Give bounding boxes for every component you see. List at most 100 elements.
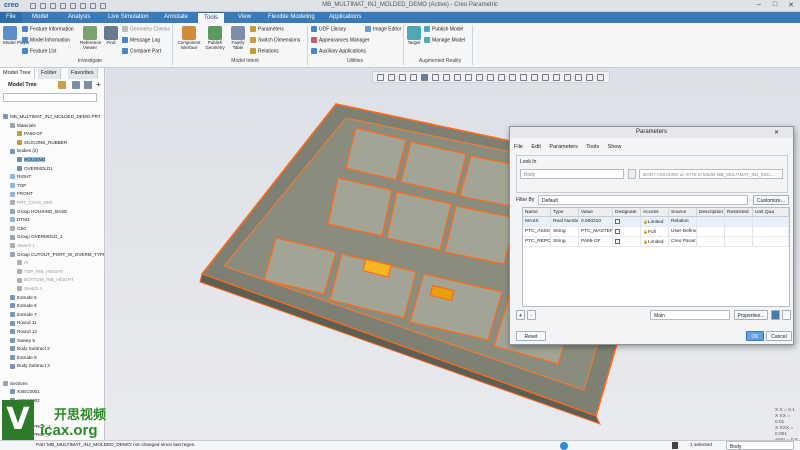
- look-in-type-select[interactable]: Body: [520, 169, 624, 179]
- tree-item[interactable]: Extrude 7: [0, 312, 104, 321]
- parameters-button[interactable]: Parameters: [250, 26, 284, 32]
- table-cell[interactable]: [697, 227, 725, 237]
- add-parameter-button[interactable]: +: [516, 310, 525, 320]
- table-cell[interactable]: MASS: [523, 217, 551, 227]
- tree-item[interactable]: SILICONE_RUBBER: [0, 140, 104, 149]
- binoculars-icon[interactable]: [782, 310, 791, 320]
- tab-model[interactable]: Model: [26, 12, 54, 23]
- reset-button[interactable]: Reset: [516, 331, 546, 341]
- tree-settings-icon[interactable]: [58, 81, 66, 89]
- tree-item[interactable]: RIGHT: [0, 174, 104, 183]
- new-icon[interactable]: [30, 3, 36, 9]
- model-player-button[interactable]: Model Player: [3, 26, 30, 45]
- tab-analysis[interactable]: Analysis: [62, 12, 96, 23]
- add-icon[interactable]: +: [96, 80, 101, 89]
- table-cell[interactable]: 🔒Full: [641, 227, 669, 237]
- regenerate-icon[interactable]: [80, 3, 86, 9]
- ok-button[interactable]: OK: [746, 331, 764, 341]
- relations-button[interactable]: Relations: [250, 48, 279, 54]
- tab-applications[interactable]: Applications: [323, 12, 367, 23]
- tree-filter-icon[interactable]: [72, 81, 80, 89]
- column-header[interactable]: Name: [523, 208, 551, 217]
- tree-item[interactable]: HOUSING: [0, 157, 104, 166]
- table-cell[interactable]: [753, 227, 789, 237]
- tab-tools[interactable]: Tools: [198, 12, 225, 23]
- windows-icon[interactable]: [90, 3, 96, 9]
- customize-button[interactable]: Customize...: [753, 195, 789, 205]
- menu-parameters[interactable]: Parameters: [549, 144, 577, 150]
- table-cell[interactable]: [697, 237, 725, 247]
- model-information-button[interactable]: Model Information: [22, 37, 70, 43]
- menu-edit[interactable]: Edit: [531, 144, 540, 150]
- save-icon[interactable]: [50, 3, 56, 9]
- column-header[interactable]: Unit Qua: [753, 208, 789, 217]
- table-cell[interactable]: PTC_ASSIGNED: [523, 227, 551, 237]
- tree-item[interactable]: Group CUTOUT_PORT_W_OVERM_TYPE: [0, 252, 104, 261]
- message-log-button[interactable]: Message Log: [122, 37, 160, 43]
- tree-item[interactable]: MB_MULTIMAT_INJ_MOLDED_DEMO.PRT: [0, 114, 104, 123]
- close-window-icon[interactable]: [100, 3, 106, 9]
- selection-filter-select[interactable]: Body: [726, 441, 794, 450]
- select-arrow-icon[interactable]: [628, 169, 636, 179]
- properties-button[interactable]: Properties...: [734, 310, 768, 320]
- tree-item[interactable]: BOTTOM_RIB_HEIGHT: [0, 277, 104, 286]
- column-header[interactable]: Description: [697, 208, 725, 217]
- tree-item[interactable]: Extrude 6: [0, 303, 104, 312]
- filter-by-select[interactable]: Default: [538, 195, 748, 205]
- tree-item[interactable]: Sweep 5: [0, 338, 104, 347]
- column-header[interactable]: Source: [669, 208, 697, 217]
- tab-view[interactable]: View: [232, 12, 257, 23]
- table-cell[interactable]: User-Defined: [669, 227, 697, 237]
- tree-item[interactable]: Body Subtract 3: [0, 363, 104, 372]
- look-in-value-field[interactable]: BODY HOUSING id -5778 of Model MB_MULTIM…: [639, 169, 783, 179]
- tab-file[interactable]: File: [0, 12, 22, 23]
- tab-model-tree[interactable]: Model Tree: [0, 68, 35, 79]
- menu-tools[interactable]: Tools: [586, 144, 599, 150]
- designate-checkbox[interactable]: [615, 219, 620, 224]
- table-cell[interactable]: PA66-GF: [579, 237, 613, 247]
- table-cell[interactable]: [753, 217, 789, 227]
- remove-parameter-button[interactable]: –: [527, 310, 536, 320]
- tree-item[interactable]: Sketch 4: [0, 286, 104, 295]
- undo-icon[interactable]: [60, 3, 66, 9]
- tree-item[interactable]: [0, 372, 104, 381]
- table-cell[interactable]: 0.000210: [579, 217, 613, 227]
- column-header[interactable]: Restricted: [725, 208, 753, 217]
- table-cell[interactable]: [613, 227, 641, 237]
- component-interface-button[interactable]: Component Interface: [176, 26, 202, 50]
- table-cell[interactable]: [725, 237, 753, 247]
- table-cell[interactable]: Real Number: [551, 217, 579, 227]
- table-cell[interactable]: 🔒Limited: [641, 217, 669, 227]
- family-table-button[interactable]: Family Table: [229, 26, 247, 50]
- column-header[interactable]: Access: [641, 208, 669, 217]
- menu-file[interactable]: File: [514, 144, 523, 150]
- tree-item[interactable]: DTM3: [0, 217, 104, 226]
- table-cell[interactable]: [725, 227, 753, 237]
- tree-item[interactable]: Sections: [0, 381, 104, 390]
- designate-checkbox[interactable]: [615, 239, 620, 244]
- tab-live-simulation[interactable]: Live Simulation: [102, 12, 155, 23]
- tree-search-input[interactable]: [3, 93, 97, 102]
- tree-item[interactable]: Group OVERMOLD_1: [0, 234, 104, 243]
- geometry-checks-button[interactable]: Geometry Checks: [122, 26, 170, 32]
- table-cell[interactable]: [753, 237, 789, 247]
- tree-item[interactable]: Extrude 8: [0, 355, 104, 364]
- tree-item[interactable]: OVERMOLD1: [0, 166, 104, 175]
- table-cell[interactable]: PTC_MASTER: [579, 227, 613, 237]
- table-cell[interactable]: Creo Param: [669, 237, 697, 247]
- manage-model-button[interactable]: Manage Model: [424, 37, 465, 43]
- publish-geometry-button[interactable]: Publish Geometry: [204, 26, 226, 50]
- find-button[interactable]: Find: [104, 26, 118, 45]
- appearances-manager-button[interactable]: Appearances Manager: [311, 37, 370, 43]
- redo-icon[interactable]: [70, 3, 76, 9]
- maximize-button[interactable]: □: [768, 1, 782, 11]
- target-button[interactable]: Target: [407, 26, 421, 45]
- tree-item[interactable]: Materials: [0, 123, 104, 132]
- publish-model-button[interactable]: Publish Model: [424, 26, 463, 32]
- auxiliary-applications-button[interactable]: Auxiliary Applications: [311, 48, 366, 54]
- dialog-close-icon[interactable]: ✕: [774, 129, 779, 136]
- tree-item[interactable]: Group HOUSING_BASE: [0, 209, 104, 218]
- table-cell[interactable]: [613, 237, 641, 247]
- cancel-button[interactable]: Cancel: [766, 331, 792, 341]
- column-header[interactable]: Value: [579, 208, 613, 217]
